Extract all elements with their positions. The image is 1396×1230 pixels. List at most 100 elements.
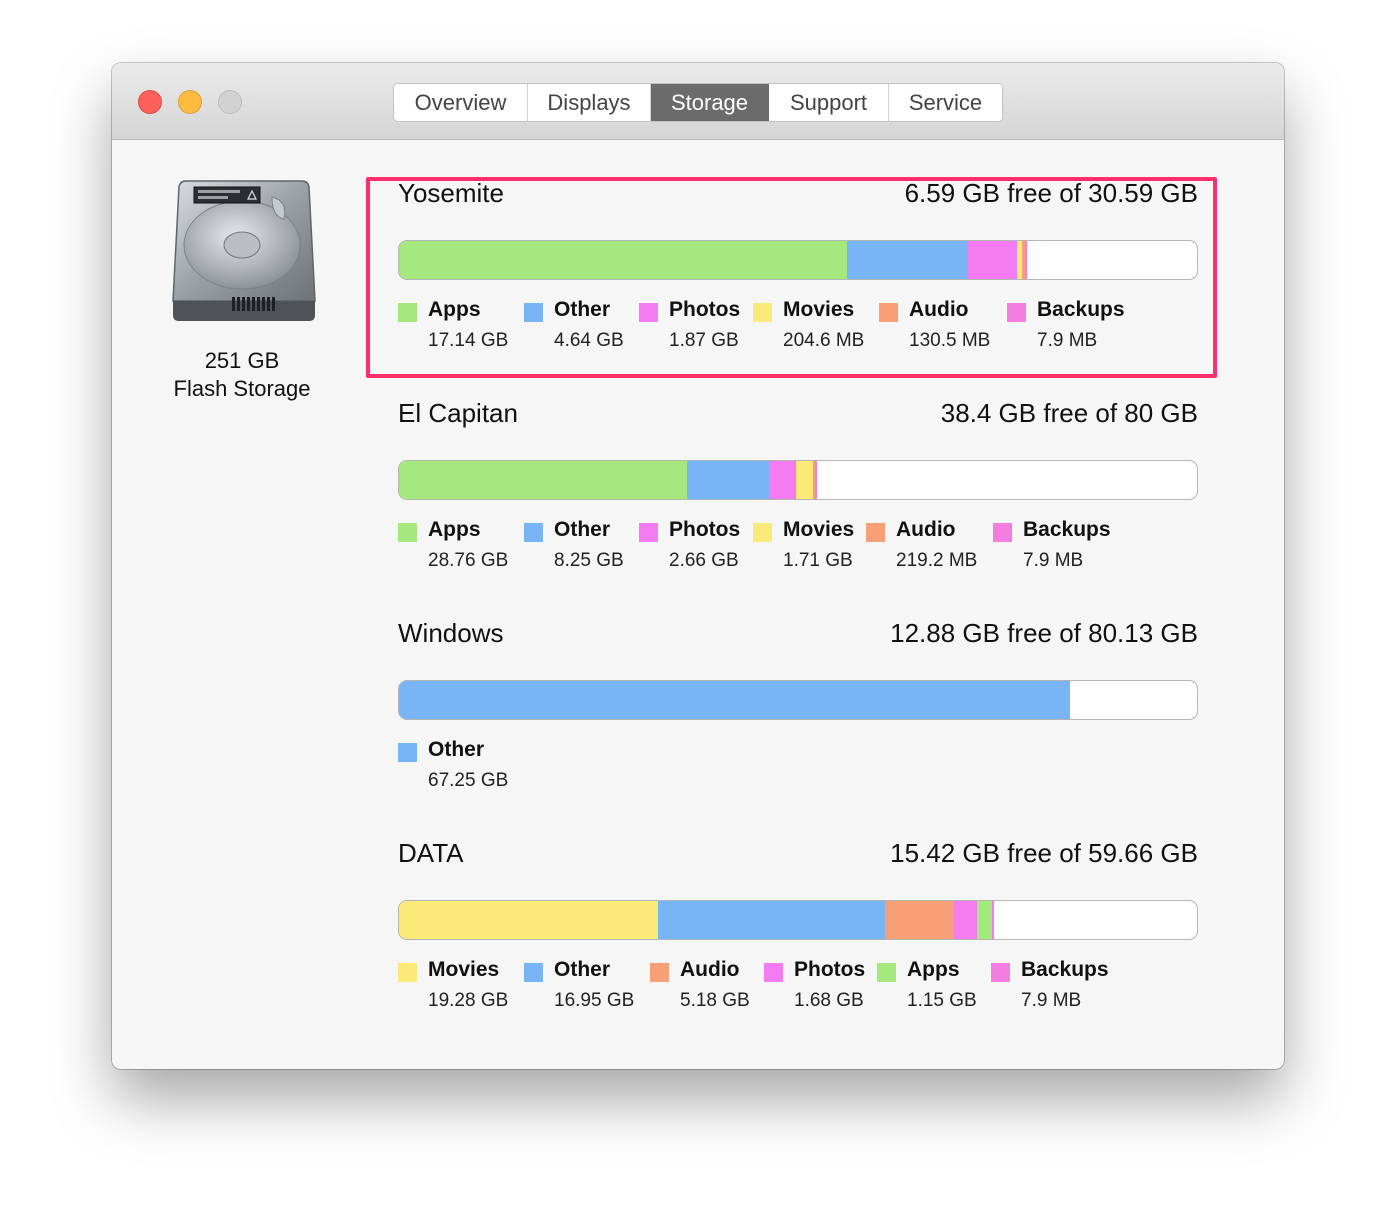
legend-value: 204.6 MB xyxy=(783,330,865,351)
legend-value: 4.64 GB xyxy=(554,330,624,351)
legend-swatch xyxy=(877,963,896,982)
volume-data: DATA 15.42 GB free of 59.66 GB Movies 19.28… xyxy=(398,838,1198,1011)
bar-segment-apps xyxy=(399,241,847,279)
legend-label: Apps xyxy=(428,298,481,321)
volume-header: Yosemite 6.59 GB free of 30.59 GB xyxy=(398,178,1198,212)
legend-swatch xyxy=(753,523,772,542)
volume-header: Windows 12.88 GB free of 80.13 GB xyxy=(398,618,1198,652)
legend-swatch xyxy=(879,303,898,322)
legend-value: 1.15 GB xyxy=(907,990,977,1011)
legend-value: 8.25 GB xyxy=(554,550,624,571)
tab-storage[interactable]: Storage xyxy=(651,84,769,121)
bar-segment-movies xyxy=(399,901,658,939)
legend-label: Backups xyxy=(1021,958,1109,981)
legend-swatch xyxy=(398,303,417,322)
volume-windows: Windows 12.88 GB free of 80.13 GB Other 67.… xyxy=(398,618,1198,791)
legend-label: Movies xyxy=(783,518,855,541)
legend-value: 7.9 MB xyxy=(1037,330,1098,351)
legend-label: Apps xyxy=(907,958,960,981)
legend-value: 16.95 GB xyxy=(554,990,635,1011)
legend-label: Photos xyxy=(794,958,866,981)
bar-segment-other xyxy=(658,901,885,939)
title-bar: Overview Displays Storage Support Servic… xyxy=(112,63,1284,140)
tab-service[interactable]: Service xyxy=(889,84,1002,121)
bar-segment-other xyxy=(847,241,968,279)
legend-value: 28.76 GB xyxy=(428,550,509,571)
hard-drive-icon xyxy=(172,180,316,321)
volume-header: DATA 15.42 GB free of 59.66 GB xyxy=(398,838,1198,872)
legend-value: 1.87 GB xyxy=(669,330,739,351)
volume-free-space: 6.59 GB free of 30.59 GB xyxy=(904,178,1198,208)
volume-name: El Capitan xyxy=(398,398,518,428)
tab-displays[interactable]: Displays xyxy=(528,84,651,121)
storage-bar xyxy=(398,460,1198,500)
disk-type: Flash Storage xyxy=(173,376,311,401)
minimize-button[interactable] xyxy=(178,90,202,114)
legend-swatch xyxy=(991,963,1010,982)
bar-segment-backups xyxy=(815,461,817,499)
bar-segment-backups xyxy=(1025,241,1027,279)
legend-label: Photos xyxy=(669,518,741,541)
legend-label: Audio xyxy=(680,958,740,981)
legend-swatch xyxy=(639,303,658,322)
storage-legend: Apps 17.14 GB Other 4.64 GB Photos 1.87 GB Mov… xyxy=(398,298,1198,358)
close-button[interactable] xyxy=(138,90,162,114)
tab-bar: Overview Displays Storage Support Servic… xyxy=(393,83,1003,122)
bar-segment-apps xyxy=(977,901,992,939)
legend-value: 17.14 GB xyxy=(428,330,509,351)
legend-value: 130.5 MB xyxy=(909,330,991,351)
zoom-button[interactable] xyxy=(218,90,242,114)
volume-name: Yosemite xyxy=(398,178,504,208)
legend-swatch xyxy=(639,523,658,542)
volume-name: DATA xyxy=(398,838,464,868)
bar-segment-movies xyxy=(796,461,813,499)
volume-yosemite: Yosemite 6.59 GB free of 30.59 GB Apps 17.1… xyxy=(398,178,1198,351)
legend-value: 219.2 MB xyxy=(896,550,978,571)
bar-segment-photos xyxy=(954,901,977,939)
legend-value: 2.66 GB xyxy=(669,550,739,571)
legend-swatch xyxy=(398,963,417,982)
legend-label: Other xyxy=(554,518,611,541)
legend-value: 5.18 GB xyxy=(680,990,750,1011)
legend-label: Other xyxy=(428,738,485,761)
storage-legend: Movies 19.28 GB Other 16.95 GB Audio 5.18 GB P… xyxy=(398,958,1198,1018)
legend-swatch xyxy=(398,743,417,762)
legend-swatch xyxy=(993,523,1012,542)
legend-value: 1.71 GB xyxy=(783,550,853,571)
legend-label: Apps xyxy=(428,518,481,541)
legend-value: 7.9 MB xyxy=(1023,550,1084,571)
legend-swatch xyxy=(524,523,543,542)
legend-label: Photos xyxy=(669,298,741,321)
legend-label: Audio xyxy=(909,298,969,321)
bar-segment-apps xyxy=(399,461,687,499)
storage-legend: Apps 28.76 GB Other 8.25 GB Photos 2.66 GB Mov… xyxy=(398,518,1198,578)
bar-segment-other xyxy=(399,681,1070,719)
legend-value: 19.28 GB xyxy=(428,990,509,1011)
bar-segment-audio xyxy=(885,901,954,939)
volume-el-capitan: El Capitan 38.4 GB free of 80 GB Apps 28.76… xyxy=(398,398,1198,571)
bar-segment-backups xyxy=(992,901,994,939)
storage-legend: Other 67.25 GB xyxy=(398,738,1198,798)
volume-free-space: 38.4 GB free of 80 GB xyxy=(940,398,1198,428)
legend-label: Movies xyxy=(783,298,855,321)
legend-swatch xyxy=(753,303,772,322)
tab-support[interactable]: Support xyxy=(769,84,889,121)
legend-label: Other xyxy=(554,298,611,321)
legend-label: Audio xyxy=(896,518,956,541)
legend-label: Backups xyxy=(1023,518,1111,541)
legend-swatch xyxy=(650,963,669,982)
legend-swatch xyxy=(524,963,543,982)
legend-swatch xyxy=(1007,303,1026,322)
bar-segment-other xyxy=(687,461,769,499)
legend-label: Backups xyxy=(1037,298,1125,321)
volume-header: El Capitan 38.4 GB free of 80 GB xyxy=(398,398,1198,432)
volume-name: Windows xyxy=(398,618,504,648)
disk-capacity: 251 GB xyxy=(204,348,280,373)
volume-free-space: 12.88 GB free of 80.13 GB xyxy=(890,618,1198,648)
about-this-mac-window: Overview Displays Storage Support Servic… xyxy=(112,63,1284,1069)
legend-label: Movies xyxy=(428,958,500,981)
legend-swatch xyxy=(398,523,417,542)
legend-label: Other xyxy=(554,958,611,981)
tab-overview[interactable]: Overview xyxy=(394,84,528,121)
legend-swatch xyxy=(866,523,885,542)
